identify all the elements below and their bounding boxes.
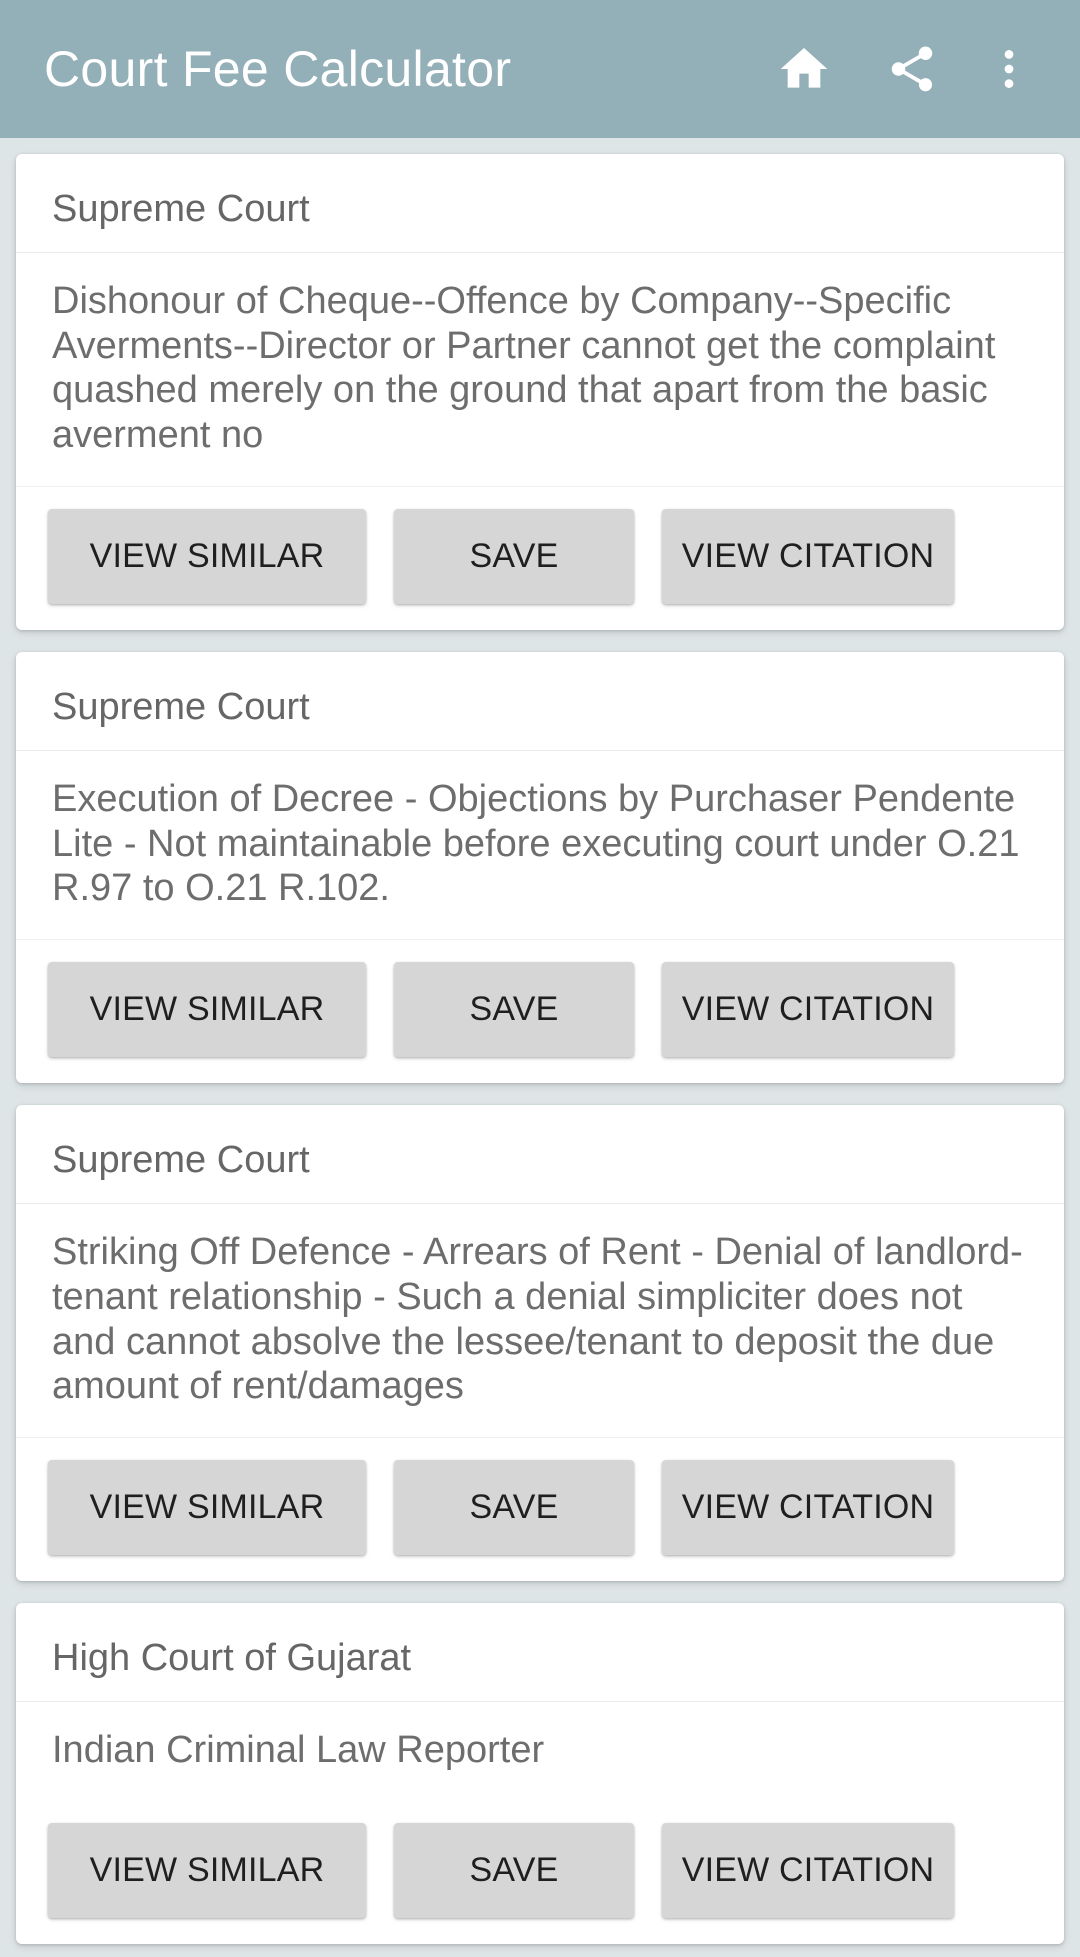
view-similar-button[interactable]: VIEW SIMILAR: [48, 509, 366, 604]
view-similar-button[interactable]: VIEW SIMILAR: [48, 1460, 366, 1556]
case-summary: Striking Off Defence - Arrears of Rent -…: [16, 1204, 1064, 1439]
court-name: Supreme Court: [16, 154, 1064, 253]
view-similar-button[interactable]: VIEW SIMILAR: [48, 1822, 366, 1918]
court-name: Supreme Court: [16, 652, 1064, 751]
result-card[interactable]: High Court of Gujarat Indian Criminal La…: [16, 1603, 1064, 1944]
more-vert-icon: [984, 44, 1034, 94]
view-citation-button[interactable]: VIEW CITATION: [662, 962, 954, 1058]
share-button[interactable]: [858, 15, 966, 123]
card-actions: VIEW SIMILAR SAVE VIEW CITATION: [16, 940, 1064, 1083]
result-card[interactable]: Supreme Court Dishonour of Cheque--Offen…: [16, 154, 1064, 630]
save-button[interactable]: SAVE: [394, 1460, 634, 1556]
result-card[interactable]: Supreme Court Execution of Decree - Obje…: [16, 652, 1064, 1084]
card-actions: VIEW SIMILAR SAVE VIEW CITATION: [16, 1801, 1064, 1944]
card-actions: VIEW SIMILAR SAVE VIEW CITATION: [16, 1438, 1064, 1581]
card-actions: VIEW SIMILAR SAVE VIEW CITATION: [16, 487, 1064, 630]
home-icon: [776, 41, 832, 97]
app-bar: Court Fee Calculator: [0, 0, 1080, 138]
view-citation-button[interactable]: VIEW CITATION: [662, 509, 954, 604]
overflow-menu-button[interactable]: [966, 15, 1052, 123]
view-similar-button[interactable]: VIEW SIMILAR: [48, 962, 366, 1058]
view-citation-button[interactable]: VIEW CITATION: [662, 1822, 954, 1918]
share-icon: [885, 42, 939, 96]
save-button[interactable]: SAVE: [394, 962, 634, 1058]
app-title: Court Fee Calculator: [44, 41, 512, 97]
court-name: Supreme Court: [16, 1105, 1064, 1204]
save-button[interactable]: SAVE: [394, 1822, 634, 1918]
app-bar-actions: [750, 15, 1052, 123]
save-button[interactable]: SAVE: [394, 509, 634, 604]
case-summary: Execution of Decree - Objections by Purc…: [16, 751, 1064, 941]
case-summary: Indian Criminal Law Reporter: [52, 1728, 545, 1771]
view-citation-button[interactable]: VIEW CITATION: [662, 1460, 954, 1556]
results-list[interactable]: Supreme Court Dishonour of Cheque--Offen…: [0, 138, 1080, 1957]
home-button[interactable]: [750, 15, 858, 123]
court-name: High Court of Gujarat: [16, 1603, 1064, 1702]
case-summary: Dishonour of Cheque--Offence by Company-…: [16, 253, 1064, 487]
result-card[interactable]: Supreme Court Striking Off Defence - Arr…: [16, 1105, 1064, 1582]
